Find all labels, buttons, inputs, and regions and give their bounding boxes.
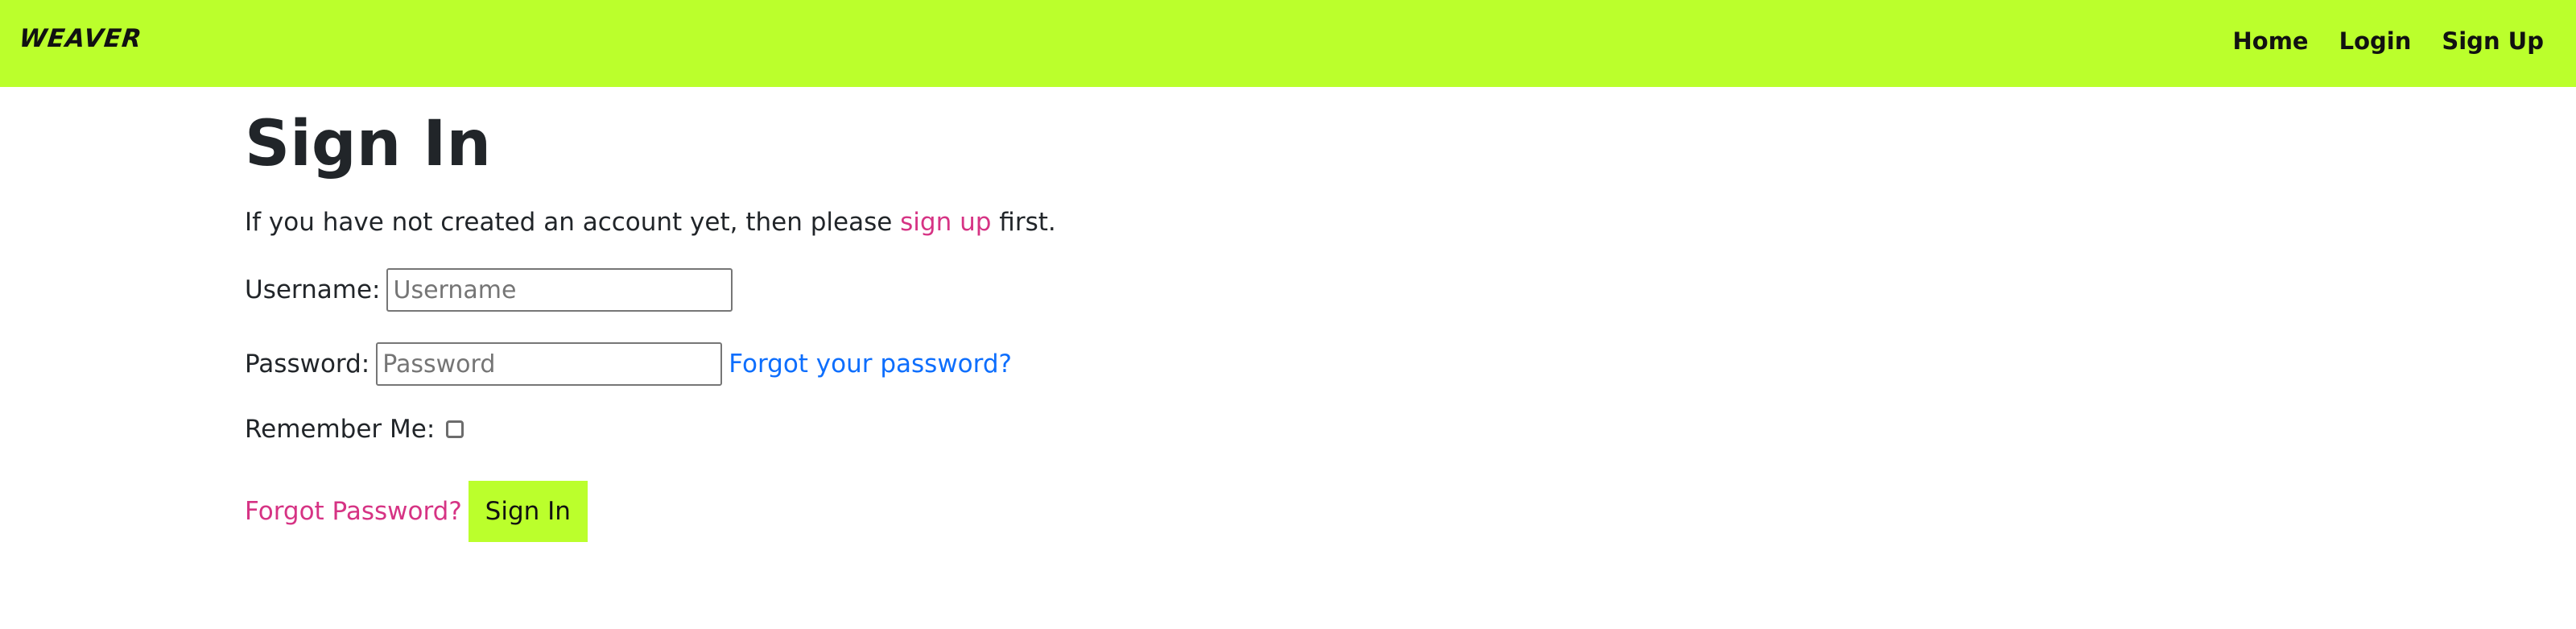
password-row: Password: Forgot your password? xyxy=(245,342,1012,386)
intro-before: If you have not created an account yet, … xyxy=(245,208,901,237)
signup-link[interactable]: sign up xyxy=(900,208,991,237)
page-title: Sign In xyxy=(245,108,491,180)
actions-row: Forgot Password? Sign In xyxy=(245,481,588,542)
brand-logo[interactable]: WEAVER xyxy=(18,24,143,53)
username-label: Username: xyxy=(245,275,381,304)
forgot-password-inline-link[interactable]: Forgot your password? xyxy=(729,350,1012,379)
nav-login-link[interactable]: Login xyxy=(2339,27,2412,55)
password-input[interactable] xyxy=(376,342,723,386)
intro-text: If you have not created an account yet, … xyxy=(245,208,1056,237)
main-content: Sign In If you have not created an accou… xyxy=(245,108,2177,542)
remember-label: Remember Me: xyxy=(245,415,436,444)
intro-after: first. xyxy=(991,208,1056,237)
forgot-password-link[interactable]: Forgot Password? xyxy=(245,497,462,526)
remember-checkbox[interactable] xyxy=(446,420,464,438)
username-input[interactable] xyxy=(386,268,733,312)
remember-row: Remember Me: xyxy=(245,415,464,444)
nav-signup-link[interactable]: Sign Up xyxy=(2442,27,2544,55)
navbar: WEAVER Home Login Sign Up xyxy=(0,0,2576,87)
nav-home-link[interactable]: Home xyxy=(2233,27,2309,55)
sign-in-button[interactable]: Sign In xyxy=(468,481,588,542)
nav-links: Home Login Sign Up xyxy=(2233,27,2544,55)
password-label: Password: xyxy=(245,350,370,379)
username-row: Username: xyxy=(245,268,733,312)
